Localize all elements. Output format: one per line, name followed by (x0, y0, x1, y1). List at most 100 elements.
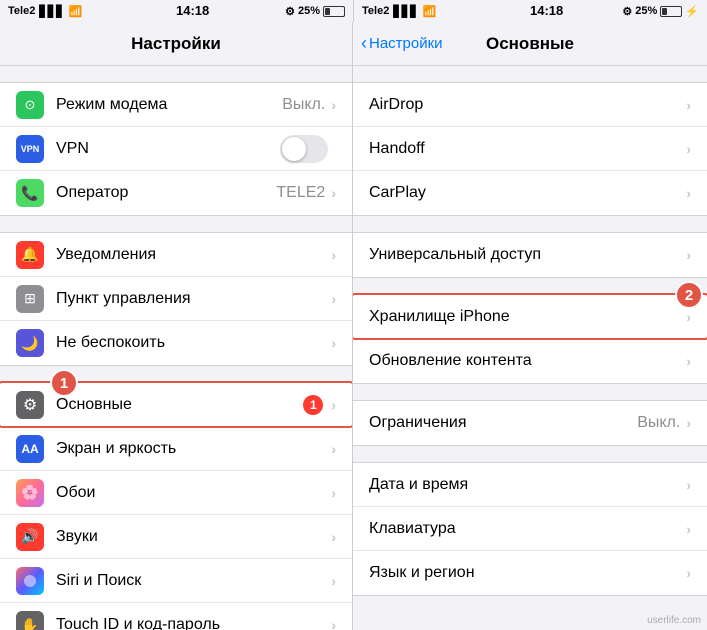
signal-icon-right: ▋▋▋ (393, 5, 418, 18)
bluetooth-icon-left: ⚙ (285, 5, 295, 18)
storage-label: Хранилище iPhone (369, 308, 686, 326)
operator-icon: 📞 (16, 179, 44, 207)
chevron-icon: › (686, 185, 691, 201)
wallpaper-icon: 🌸 (16, 479, 44, 507)
general-icon: ⚙ (16, 391, 44, 419)
list-item[interactable]: Ограничения Выкл. › (353, 401, 707, 445)
time-left: 14:18 (176, 3, 209, 18)
chevron-icon: › (686, 353, 691, 369)
left-panel: Настройки ⊙ Режим модема Выкл. › VP (0, 22, 353, 630)
carrier-left: Tele2 (8, 5, 35, 17)
chevron-icon: › (331, 529, 336, 545)
right-group-1: AirDrop › Handoff › CarPlay › (353, 82, 707, 216)
control-center-icon: ⊞ (16, 285, 44, 313)
display-label: Экран и яркость (56, 440, 331, 458)
battery-percent-left: 25% (298, 5, 320, 17)
keyboard-label: Клавиатура (369, 520, 686, 538)
chevron-icon: › (331, 97, 336, 113)
dnd-icon: 🌙 (16, 329, 44, 357)
general-label: Основные (56, 396, 303, 414)
chevron-icon: › (331, 185, 336, 201)
vpn-toggle[interactable] (280, 135, 328, 163)
right-panel: ‹ Настройки Основные AirDrop › Handoff › (353, 22, 707, 630)
chevron-icon: › (331, 441, 336, 457)
signal-icon: ▋▋▋ (39, 5, 64, 18)
battery-percent-right: 25% (635, 5, 657, 17)
list-item[interactable]: Клавиатура › (353, 507, 707, 551)
chevron-icon: › (686, 247, 691, 263)
time-right: 14:18 (530, 3, 563, 18)
watermark: userlife.com (647, 615, 701, 626)
list-item[interactable]: Обновление контента › (353, 339, 707, 383)
sounds-icon: 🔊 (16, 523, 44, 551)
left-settings-list: ⊙ Режим модема Выкл. › VPN VPN 📞 Опе (0, 66, 352, 630)
back-button[interactable]: ‹ Настройки (361, 33, 443, 54)
settings-group-2: 🔔 Уведомления › ⊞ Пункт управления › 🌙 Н… (0, 232, 352, 366)
wifi-icon-right: 📶 (423, 5, 437, 18)
touchid-icon: ✋ (16, 611, 44, 630)
chevron-icon: › (686, 309, 691, 325)
chevron-icon: › (331, 573, 336, 589)
right-nav-bar: ‹ Настройки Основные (353, 22, 707, 66)
list-item[interactable]: 🔊 Звуки › (0, 515, 352, 559)
callout-1: 1 (50, 369, 78, 397)
battery-icon-right (660, 6, 682, 17)
chevron-icon: › (331, 397, 336, 413)
storage-row[interactable]: Хранилище iPhone › 2 (353, 295, 707, 339)
chevron-icon: › (686, 477, 691, 493)
list-item[interactable]: Siri и Поиск › (0, 559, 352, 603)
chevron-icon: › (331, 291, 336, 307)
list-item[interactable]: 🔔 Уведомления › (0, 233, 352, 277)
right-group-3: Хранилище iPhone › 2 Обновление контента… (353, 294, 707, 384)
operator-label: Оператор (56, 184, 276, 202)
list-item[interactable]: Универсальный доступ › (353, 233, 707, 277)
sounds-label: Звуки (56, 528, 331, 546)
language-label: Язык и регион (369, 564, 686, 582)
list-item[interactable]: ⊙ Режим модема Выкл. › (0, 83, 352, 127)
list-item[interactable]: ⊞ Пункт управления › (0, 277, 352, 321)
general-row[interactable]: ⚙ Основные 1 › 1 (0, 383, 352, 427)
list-item[interactable]: AA Экран и яркость › (0, 427, 352, 471)
carplay-label: CarPlay (369, 184, 686, 202)
right-group-5: Дата и время › Клавиатура › Язык и регио… (353, 462, 707, 596)
list-item[interactable]: CarPlay › (353, 171, 707, 215)
chevron-icon: › (331, 617, 336, 630)
handoff-label: Handoff (369, 140, 686, 158)
list-item[interactable]: AirDrop › (353, 83, 707, 127)
left-nav-title: Настройки (131, 34, 221, 54)
control-center-label: Пункт управления (56, 290, 331, 308)
right-group-4: Ограничения Выкл. › (353, 400, 707, 446)
airdrop-label: AirDrop (369, 96, 686, 114)
list-item[interactable]: 🌸 Обои › (0, 471, 352, 515)
list-item[interactable]: 🌙 Не беспокоить › (0, 321, 352, 365)
list-item[interactable]: 📞 Оператор TELE2 › (0, 171, 352, 215)
back-arrow-icon: ‹ (361, 33, 367, 54)
callout-2: 2 (675, 281, 703, 309)
notifications-icon: 🔔 (16, 241, 44, 269)
chevron-icon: › (686, 415, 691, 431)
right-group-2: Универсальный доступ › (353, 232, 707, 278)
right-settings-list: AirDrop › Handoff › CarPlay › (353, 66, 707, 630)
chevron-icon: › (686, 141, 691, 157)
list-item[interactable]: Язык и регион › (353, 551, 707, 595)
modem-label: Режим модема (56, 96, 282, 114)
list-item[interactable]: ✋ Touch ID и код-пароль › (0, 603, 352, 630)
chevron-icon: › (331, 485, 336, 501)
datetime-label: Дата и время (369, 476, 686, 494)
notifications-label: Уведомления (56, 246, 331, 264)
vpn-icon: VPN (16, 135, 44, 163)
touchid-label: Touch ID и код-пароль (56, 616, 331, 630)
chevron-icon: › (686, 97, 691, 113)
vpn-label: VPN (56, 140, 280, 158)
list-item[interactable]: VPN VPN (0, 127, 352, 171)
content-update-label: Обновление контента (369, 352, 686, 370)
list-item[interactable]: Handoff › (353, 127, 707, 171)
wifi-icon-left: 📶 (69, 5, 83, 18)
carrier-right: Tele2 (362, 5, 389, 17)
restrictions-value: Выкл. (637, 414, 680, 432)
display-icon: AA (16, 435, 44, 463)
battery-icon-left (323, 6, 345, 17)
accessibility-label: Универсальный доступ (369, 246, 686, 264)
chevron-icon: › (686, 521, 691, 537)
list-item[interactable]: Дата и время › (353, 463, 707, 507)
